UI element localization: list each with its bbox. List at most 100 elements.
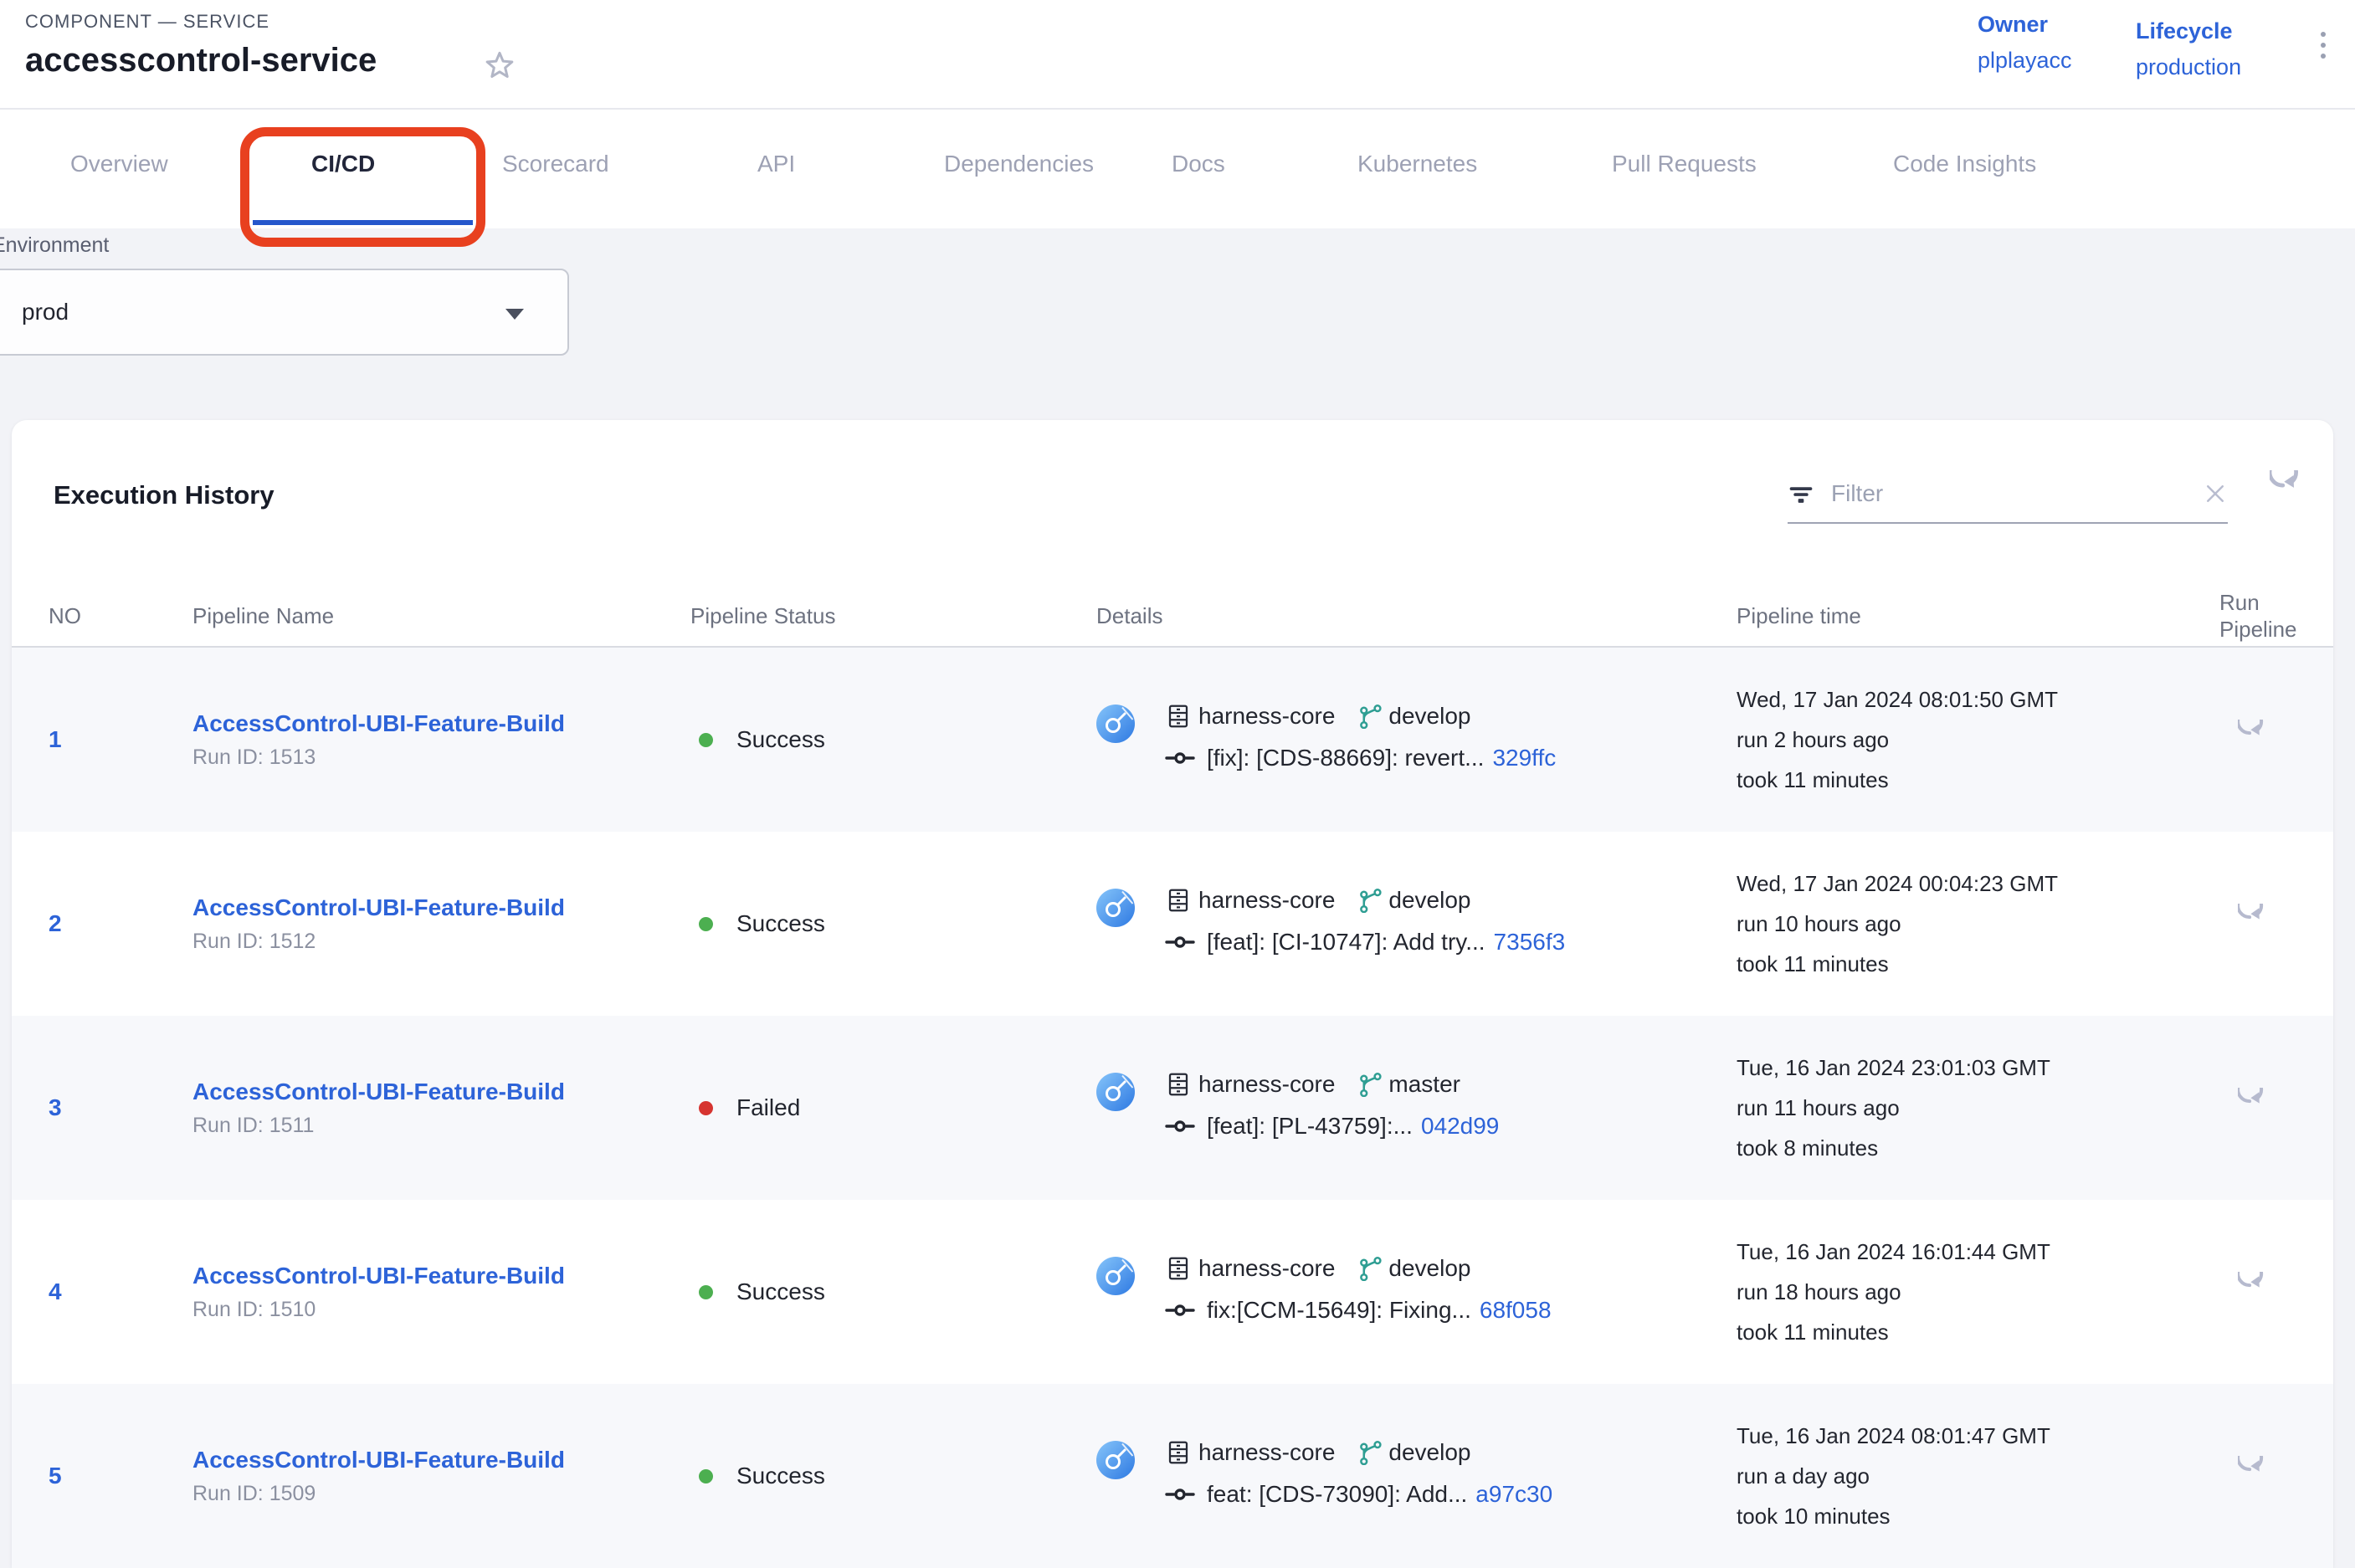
branch-name: develop [1388, 1439, 1470, 1466]
column-header-pipeline-status: Pipeline Status [690, 603, 1096, 629]
tab-code-insights[interactable]: Code Insights [1893, 110, 2036, 218]
pipeline-time: Tue, 16 Jan 2024 16:01:44 GMT run 18 hou… [1737, 1200, 2183, 1384]
repository-icon [1165, 1255, 1192, 1282]
more-options-kebab-icon[interactable] [2315, 32, 2332, 59]
run-pipeline-icon[interactable] [2238, 1088, 2278, 1128]
breadcrumb: COMPONENT — SERVICE [25, 11, 269, 33]
pipeline-execution-icon[interactable] [1096, 1441, 1135, 1479]
tab-bar: Overview CI/CD Scorecard API Dependencies Doc… [0, 110, 2355, 228]
refresh-icon[interactable] [2270, 470, 2315, 515]
tab-kubernetes[interactable]: Kubernetes [1357, 110, 1477, 218]
commit-hash-link[interactable]: 329ffc [1492, 745, 1556, 771]
git-branch-icon [1357, 1440, 1382, 1465]
row-number-link[interactable]: 3 [49, 1094, 62, 1121]
pipeline-name-link[interactable]: AccessControl-UBI-Feature-Build [192, 710, 565, 737]
pipeline-time-duration: took 11 minutes [1737, 767, 1889, 793]
commit-icon [1165, 750, 1195, 766]
row-number-link[interactable]: 2 [49, 910, 62, 937]
environment-select[interactable]: prod [0, 269, 569, 356]
pipeline-time: Tue, 16 Jan 2024 08:01:47 GMT run a day … [1737, 1384, 2183, 1568]
filter-icon [1788, 480, 1814, 507]
column-header-no: NO [12, 603, 192, 629]
status-label: Success [736, 1463, 825, 1489]
branch-name: develop [1388, 1255, 1470, 1282]
pipeline-name-link[interactable]: AccessControl-UBI-Feature-Build [192, 1263, 565, 1289]
environment-label: Environment [0, 233, 109, 258]
commit-hash-link[interactable]: 7356f3 [1494, 929, 1566, 956]
table-row: 4 AccessControl-UBI-Feature-Build Run ID… [12, 1200, 2333, 1384]
pipeline-execution-icon[interactable] [1096, 1257, 1135, 1295]
environment-selected-value: prod [22, 299, 69, 325]
table-body: 1 AccessControl-UBI-Feature-Build Run ID… [12, 648, 2333, 1568]
commit-hash-link[interactable]: 68f058 [1480, 1297, 1552, 1324]
pipeline-time-date: Wed, 17 Jan 2024 08:01:50 GMT [1737, 687, 2058, 713]
favorite-star-icon[interactable] [483, 49, 516, 82]
pipeline-time: Wed, 17 Jan 2024 00:04:23 GMT run 10 hou… [1737, 832, 2183, 1016]
pipeline-time-duration: took 8 minutes [1737, 1135, 1878, 1161]
repo-name: harness-core [1198, 1255, 1335, 1282]
run-pipeline-icon[interactable] [2238, 1272, 2278, 1312]
clear-filter-icon[interactable] [2203, 481, 2228, 506]
pipeline-name-link[interactable]: AccessControl-UBI-Feature-Build [192, 1447, 565, 1473]
run-pipeline-icon[interactable] [2238, 1456, 2278, 1496]
run-pipeline-icon[interactable] [2238, 720, 2278, 760]
tab-pull-requests[interactable]: Pull Requests [1612, 110, 1757, 218]
repository-icon [1165, 703, 1192, 730]
commit-icon [1165, 1302, 1195, 1319]
chevron-down-icon [505, 309, 524, 320]
git-branch-icon [1357, 704, 1382, 729]
status-dot [699, 917, 713, 931]
status-dot [699, 1469, 713, 1483]
filter-field[interactable] [1788, 465, 2228, 524]
run-id: Run ID: 1513 [192, 746, 316, 770]
run-id: Run ID: 1511 [192, 1114, 314, 1138]
run-id: Run ID: 1509 [192, 1482, 316, 1506]
pipeline-execution-icon[interactable] [1096, 1073, 1135, 1111]
owner-label: Owner [1978, 12, 2072, 38]
tab-overview[interactable]: Overview [70, 110, 168, 218]
status-label: Failed [736, 1094, 800, 1121]
row-number-link[interactable]: 5 [49, 1463, 62, 1489]
commit-hash-link[interactable]: a97c30 [1475, 1481, 1552, 1508]
commit-message: [feat]: [PL-43759]:... [1207, 1113, 1413, 1140]
tab-ci-cd[interactable]: CI/CD [311, 110, 375, 218]
pipeline-time-duration: took 11 minutes [1737, 1319, 1889, 1345]
pipeline-time-duration: took 11 minutes [1737, 951, 1889, 977]
pipeline-time-relative: run 10 hours ago [1737, 911, 1901, 937]
run-id: Run ID: 1510 [192, 1298, 316, 1322]
tab-dependencies[interactable]: Dependencies [944, 110, 1094, 218]
run-pipeline-icon[interactable] [2238, 904, 2278, 944]
pipeline-time-relative: run 18 hours ago [1737, 1279, 1901, 1305]
column-header-pipeline-time: Pipeline time [1737, 603, 2183, 629]
pipeline-execution-icon[interactable] [1096, 889, 1135, 927]
tab-scorecard[interactable]: Scorecard [502, 110, 609, 218]
tab-api[interactable]: API [757, 110, 795, 218]
repository-icon [1165, 1071, 1192, 1098]
repo-name: harness-core [1198, 1071, 1335, 1098]
tab-docs[interactable]: Docs [1172, 110, 1225, 218]
table-row: 2 AccessControl-UBI-Feature-Build Run ID… [12, 832, 2333, 1016]
pipeline-time-date: Wed, 17 Jan 2024 00:04:23 GMT [1737, 871, 2058, 897]
pipeline-name-link[interactable]: AccessControl-UBI-Feature-Build [192, 894, 565, 921]
status-label: Success [736, 726, 825, 753]
app-header: COMPONENT — SERVICE accesscontrol-servic… [0, 0, 2355, 110]
commit-message: [feat]: [CI-10747]: Add try... [1207, 929, 1485, 956]
pipeline-time-date: Tue, 16 Jan 2024 08:01:47 GMT [1737, 1423, 2050, 1449]
lifecycle-meta: Lifecycle production [2136, 18, 2241, 80]
repository-icon [1165, 1439, 1192, 1466]
row-number-link[interactable]: 1 [49, 726, 62, 753]
pipeline-time: Wed, 17 Jan 2024 08:01:50 GMT run 2 hour… [1737, 648, 2183, 832]
status-dot [699, 733, 713, 747]
filter-input[interactable] [1829, 479, 2203, 508]
owner-link[interactable]: plplayacc [1978, 48, 2072, 74]
pipeline-time-date: Tue, 16 Jan 2024 16:01:44 GMT [1737, 1239, 2050, 1265]
commit-icon [1165, 1486, 1195, 1503]
commit-hash-link[interactable]: 042d99 [1421, 1113, 1499, 1140]
pipeline-name-link[interactable]: AccessControl-UBI-Feature-Build [192, 1079, 565, 1105]
git-branch-icon [1357, 1256, 1382, 1281]
column-header-details: Details [1096, 603, 1737, 629]
pipeline-execution-icon[interactable] [1096, 705, 1135, 743]
row-number-link[interactable]: 4 [49, 1278, 62, 1305]
commit-message: [fix]: [CDS-88669]: revert... [1207, 745, 1484, 771]
pipeline-time-relative: run 11 hours ago [1737, 1095, 1900, 1121]
